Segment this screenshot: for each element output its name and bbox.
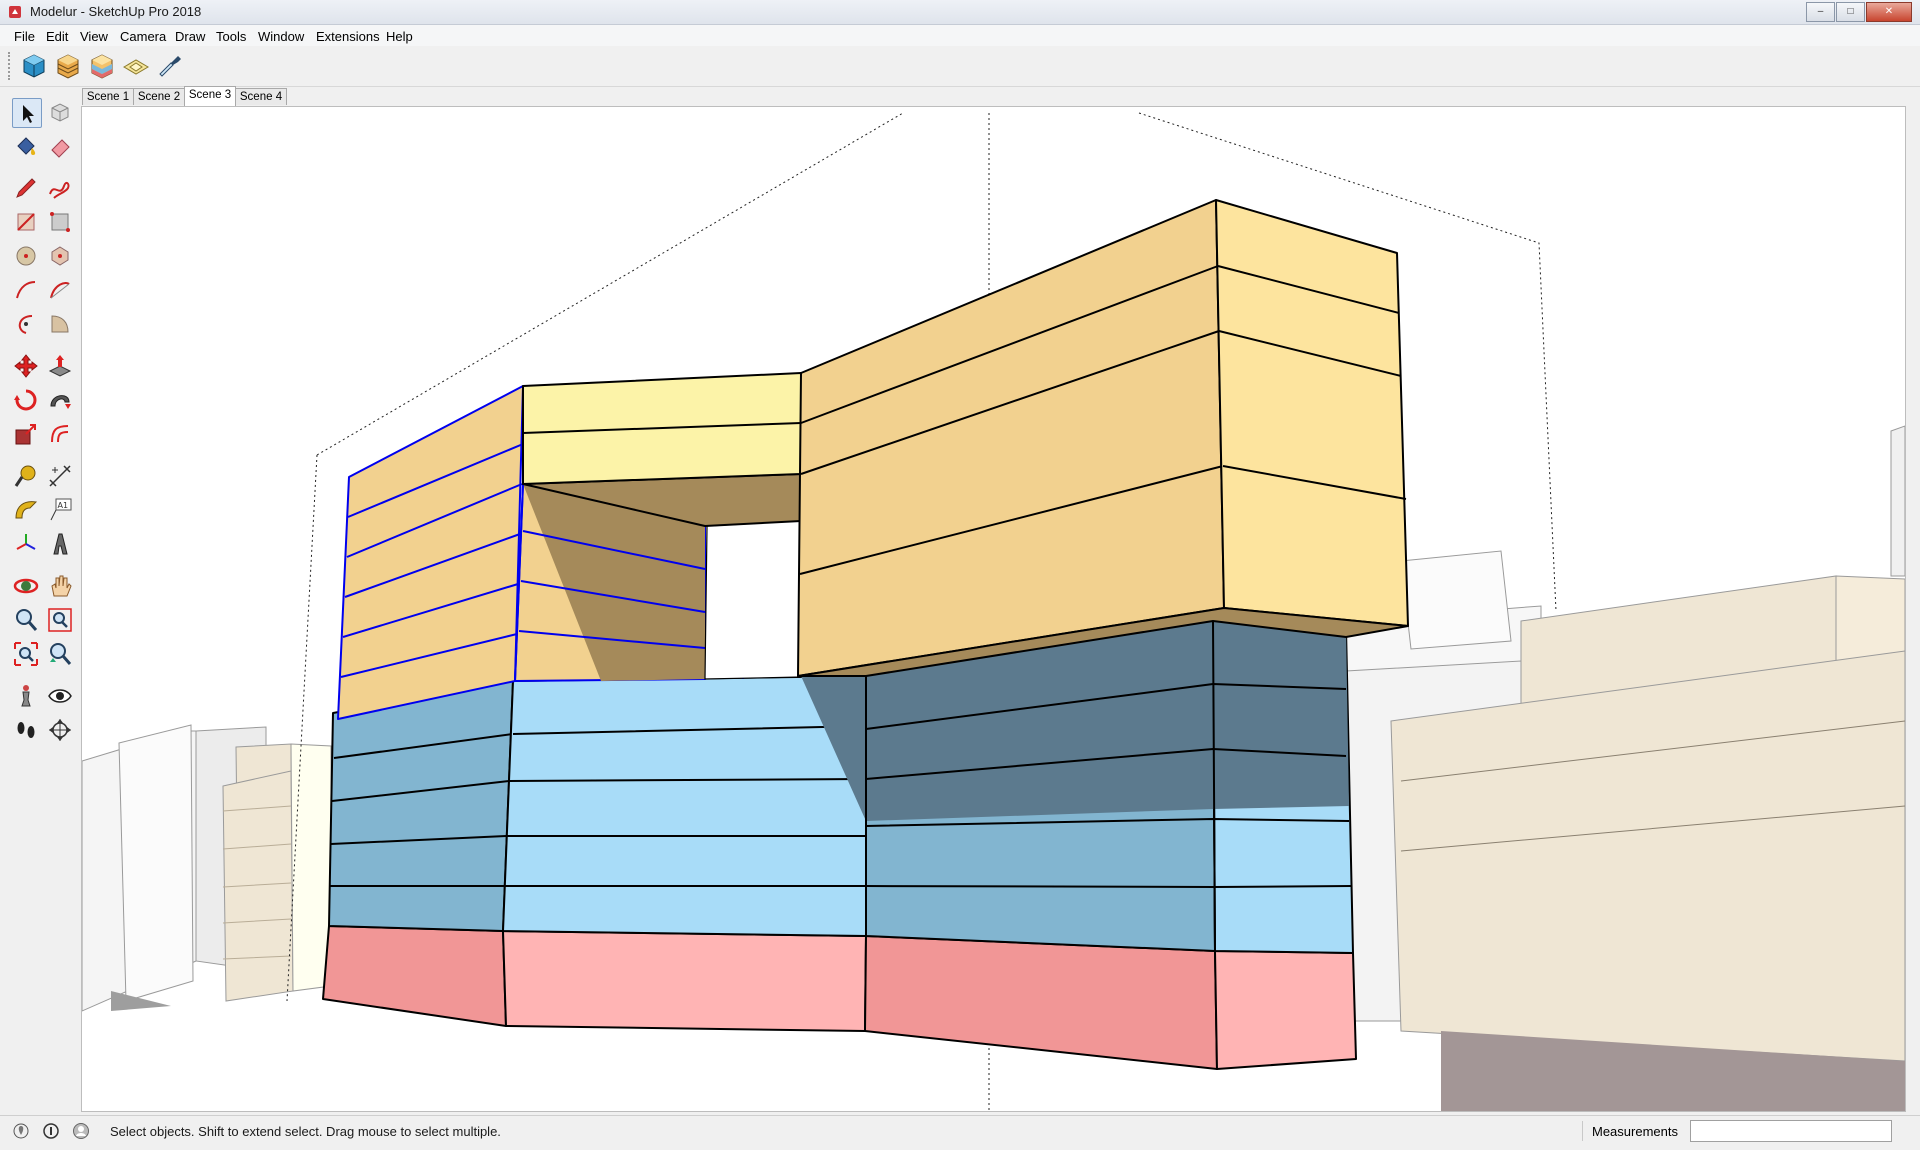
zoom-window-icon[interactable] bbox=[46, 606, 74, 634]
modelur-building-icon[interactable] bbox=[20, 52, 48, 80]
title-bar: Modelur - SketchUp Pro 2018 – □ ✕ bbox=[0, 0, 1920, 25]
rectangle-icon[interactable] bbox=[12, 208, 40, 236]
modelur-layers-icon[interactable] bbox=[54, 52, 82, 80]
two-point-arc-icon[interactable] bbox=[46, 276, 74, 304]
tape-measure-icon[interactable] bbox=[12, 462, 40, 490]
move-icon[interactable] bbox=[12, 352, 40, 380]
ground-floor-front[interactable] bbox=[502, 930, 867, 1032]
polygon-icon[interactable] bbox=[46, 242, 74, 270]
push-pull-icon[interactable] bbox=[46, 352, 74, 380]
user-account-icon[interactable] bbox=[72, 1122, 90, 1140]
menu-draw[interactable]: Draw bbox=[175, 29, 205, 44]
follow-me-icon[interactable] bbox=[46, 386, 74, 414]
freehand-icon[interactable] bbox=[46, 174, 74, 202]
pencil-icon[interactable] bbox=[12, 174, 40, 202]
tab-scene-4[interactable]: Scene 4 bbox=[235, 88, 287, 105]
position-camera-icon[interactable] bbox=[12, 682, 40, 710]
tab-scene-2[interactable]: Scene 2 bbox=[133, 88, 185, 105]
status-bar: Select objects. Shift to extend select. … bbox=[0, 1115, 1920, 1148]
measurements-label: Measurements bbox=[1592, 1124, 1678, 1139]
menu-extensions[interactable]: Extensions bbox=[316, 29, 380, 44]
paint-bucket-icon[interactable] bbox=[12, 132, 40, 160]
menu-view[interactable]: View bbox=[80, 29, 108, 44]
model-scene bbox=[82, 107, 1905, 1111]
offset-icon[interactable] bbox=[46, 420, 74, 448]
toolbar-grip[interactable] bbox=[8, 52, 13, 80]
maximize-button[interactable]: □ bbox=[1836, 2, 1865, 22]
previous-view-icon[interactable] bbox=[46, 640, 74, 668]
blue-floors-left[interactable] bbox=[328, 680, 514, 932]
pan-icon[interactable] bbox=[46, 572, 74, 600]
section-plane-icon[interactable] bbox=[46, 716, 74, 744]
walk-icon[interactable] bbox=[12, 716, 40, 744]
model-viewport[interactable] bbox=[81, 106, 1906, 1112]
rotate-icon[interactable] bbox=[12, 386, 40, 414]
pie-icon[interactable] bbox=[46, 310, 74, 338]
minimize-button[interactable]: – bbox=[1806, 2, 1835, 22]
modelur-plot-icon[interactable] bbox=[122, 52, 150, 80]
measurements-input[interactable] bbox=[1690, 1120, 1892, 1142]
dimension-icon[interactable] bbox=[46, 462, 74, 490]
status-hint: Select objects. Shift to extend select. … bbox=[110, 1124, 501, 1139]
tool-palette: A1 bbox=[8, 94, 78, 744]
menu-tools[interactable]: Tools bbox=[216, 29, 246, 44]
circle-icon[interactable] bbox=[12, 242, 40, 270]
tab-scene-1[interactable]: Scene 1 bbox=[82, 88, 134, 105]
ground-floor-end[interactable] bbox=[1214, 950, 1357, 1070]
tab-scene-3[interactable]: Scene 3 bbox=[184, 86, 236, 106]
modelur-toolbar bbox=[0, 46, 1920, 87]
svg-text:A1: A1 bbox=[58, 501, 69, 510]
modelur-stack-icon[interactable] bbox=[88, 52, 116, 80]
menu-camera[interactable]: Camera bbox=[120, 29, 166, 44]
text-icon[interactable]: A1 bbox=[46, 496, 74, 524]
eyedropper-icon[interactable] bbox=[156, 52, 184, 80]
orbit-icon[interactable] bbox=[12, 572, 40, 600]
scale-icon[interactable] bbox=[12, 420, 40, 448]
menu-file[interactable]: File bbox=[14, 29, 35, 44]
blue-floors-front[interactable] bbox=[502, 675, 867, 937]
three-point-arc-icon[interactable] bbox=[12, 310, 40, 338]
axes-icon[interactable] bbox=[12, 530, 40, 558]
menu-window[interactable]: Window bbox=[258, 29, 304, 44]
component-icon[interactable] bbox=[46, 98, 74, 126]
zoom-icon[interactable] bbox=[12, 606, 40, 634]
geo-location-icon[interactable] bbox=[12, 1122, 30, 1140]
rotated-rectangle-icon[interactable] bbox=[46, 208, 74, 236]
menu-help[interactable]: Help bbox=[386, 29, 413, 44]
window-title: Modelur - SketchUp Pro 2018 bbox=[30, 4, 202, 19]
eraser-icon[interactable] bbox=[46, 132, 74, 160]
protractor-icon[interactable] bbox=[12, 496, 40, 524]
status-divider bbox=[1582, 1121, 1583, 1141]
close-button[interactable]: ✕ bbox=[1866, 2, 1912, 22]
credits-icon[interactable] bbox=[42, 1122, 60, 1140]
select-icon[interactable] bbox=[12, 98, 42, 128]
look-around-icon[interactable] bbox=[46, 682, 74, 710]
menu-bar: File Edit View Camera Draw Tools Window … bbox=[0, 25, 1920, 47]
menu-edit[interactable]: Edit bbox=[46, 29, 68, 44]
viewport-edge bbox=[1906, 106, 1918, 1110]
arc-icon[interactable] bbox=[12, 276, 40, 304]
courtyard-opening bbox=[704, 520, 802, 680]
sketchup-logo-icon bbox=[9, 6, 21, 18]
zoom-extents-icon[interactable] bbox=[12, 640, 40, 668]
upper-block-side[interactable] bbox=[1215, 199, 1409, 627]
3d-text-icon[interactable] bbox=[46, 530, 74, 558]
